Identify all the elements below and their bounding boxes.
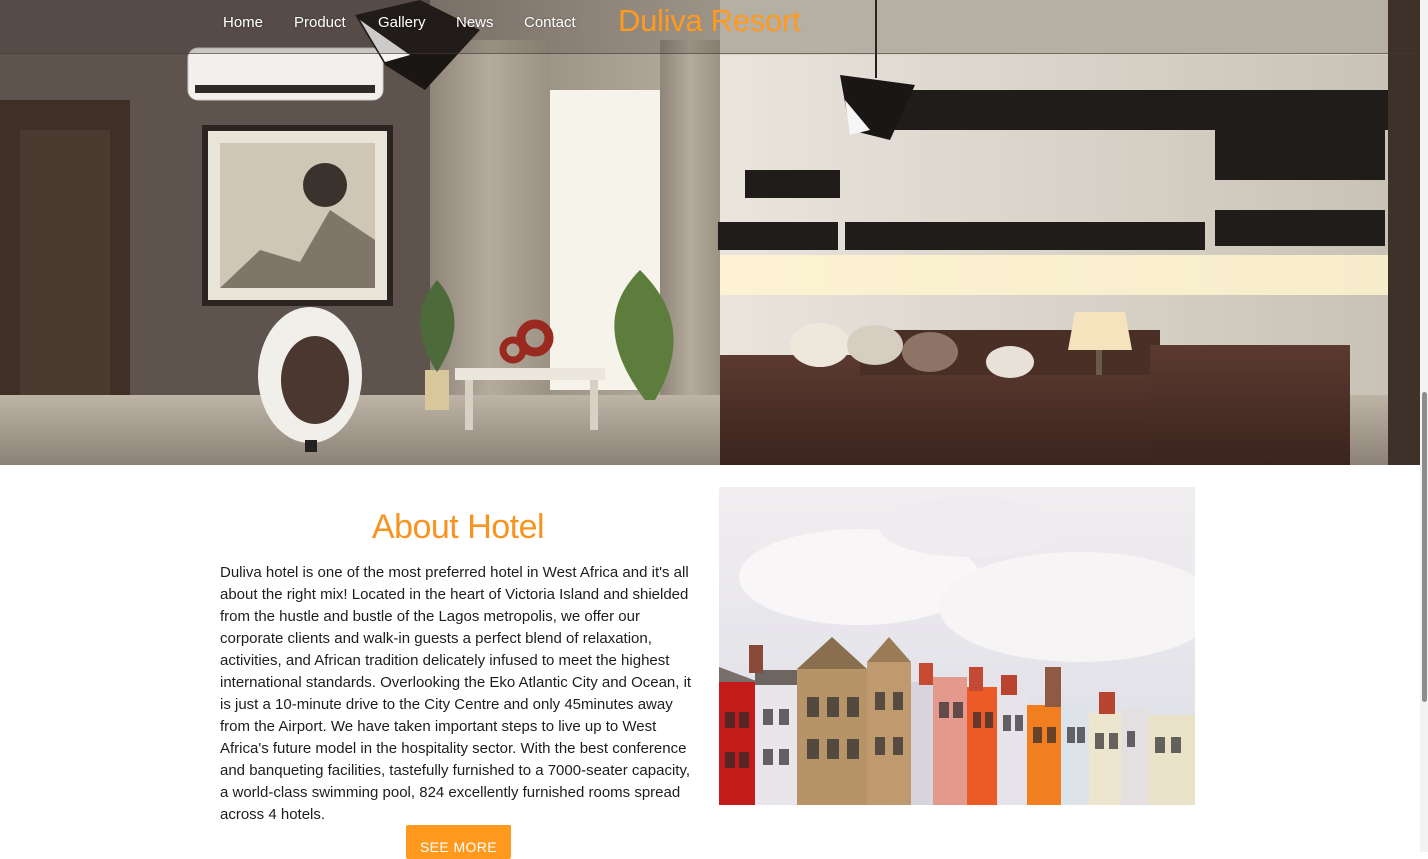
hero-image <box>0 0 1420 465</box>
see-more-button[interactable]: SEE MORE <box>406 825 511 859</box>
nav-contact-link[interactable]: Contact <box>524 14 576 31</box>
top-navbar: Home Product Gallery News Contact Duliva… <box>0 0 1420 54</box>
nav-product-link[interactable]: Product <box>294 14 346 31</box>
brand-logo-text[interactable]: Duliva Resort <box>618 3 800 39</box>
about-description: Duliva hotel is one of the most preferre… <box>220 564 692 823</box>
nav-gallery-link[interactable]: Gallery <box>378 14 426 31</box>
nav-news-link[interactable]: News <box>456 14 494 31</box>
living-room-illustration <box>0 0 1420 465</box>
about-title: About Hotel <box>371 508 545 546</box>
townhouses-illustration <box>719 487 1195 805</box>
page-scrollbar-thumb[interactable] <box>1422 392 1427 702</box>
hotel-photo <box>719 487 1195 805</box>
nav-home-link[interactable]: Home <box>223 14 263 31</box>
